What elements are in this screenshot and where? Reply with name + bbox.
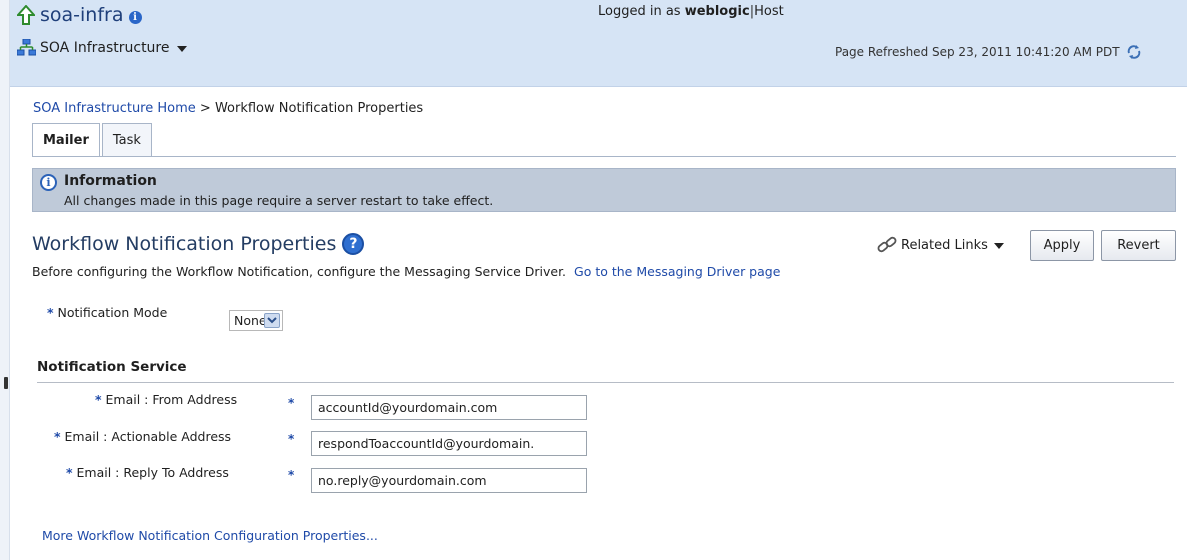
information-icon: i xyxy=(40,174,57,191)
tab-bar: Mailer Task xyxy=(32,123,154,156)
refresh-icon[interactable] xyxy=(1126,44,1142,60)
page-refreshed: Page Refreshed Sep 23, 2011 10:41:20 AM … xyxy=(835,44,1142,60)
notification-mode-label: * Notification Mode xyxy=(47,305,167,320)
username: weblogic xyxy=(684,4,750,19)
required-marker: * xyxy=(95,392,102,407)
reply-to-address-marker: * xyxy=(288,468,295,482)
related-links-menu[interactable]: Related Links xyxy=(876,236,1004,254)
target-info-icon[interactable]: i xyxy=(128,10,142,24)
instructions: Before configuring the Workflow Notifica… xyxy=(32,264,780,279)
soa-infrastructure-icon xyxy=(17,39,36,56)
help-icon[interactable]: ? xyxy=(342,233,365,255)
breadcrumb-home-link[interactable]: SOA Infrastructure Home xyxy=(33,101,196,116)
collapse-handle[interactable] xyxy=(4,377,8,389)
target-name: soa-infra xyxy=(40,4,124,26)
login-info: Logged in as weblogic|Host xyxy=(598,4,784,19)
apply-button[interactable]: Apply xyxy=(1030,230,1094,261)
host-label: Host xyxy=(754,4,784,19)
notification-mode-select[interactable]: None xyxy=(229,310,283,331)
required-marker: * xyxy=(66,465,73,480)
section-divider xyxy=(37,382,1174,383)
link-chain-icon xyxy=(877,236,897,253)
chevron-down-icon xyxy=(993,243,1004,249)
from-address-label: * Email : From Address xyxy=(95,392,237,407)
chevron-down-icon xyxy=(176,45,187,52)
soa-infrastructure-label: SOA Infrastructure xyxy=(40,39,170,56)
from-address-label-text: Email : From Address xyxy=(105,392,238,407)
banner-message: All changes made in this page require a … xyxy=(64,193,494,208)
more-properties-link[interactable]: More Workflow Notification Configuration… xyxy=(42,528,378,543)
revert-button[interactable]: Revert xyxy=(1101,230,1176,261)
breadcrumb-current: Workflow Notification Properties xyxy=(214,101,424,116)
notification-mode-value: None xyxy=(234,313,267,328)
from-address-marker: * xyxy=(288,396,295,410)
tab-divider xyxy=(32,156,1176,157)
reply-to-address-input[interactable] xyxy=(311,468,587,493)
required-marker: * xyxy=(54,429,61,444)
actionable-address-marker: * xyxy=(288,432,295,446)
reply-to-address-label-text: Email : Reply To Address xyxy=(76,465,229,480)
soa-infrastructure-menu[interactable]: SOA Infrastructure xyxy=(17,39,187,56)
actionable-address-label: * Email : Actionable Address xyxy=(54,429,231,444)
tab-task[interactable]: Task xyxy=(101,123,152,156)
page-header: soa-infra i SOA Infrastructure Logged in… xyxy=(10,0,1187,87)
logged-in-prefix: Logged in as xyxy=(598,4,681,19)
actionable-address-label-text: Email : Actionable Address xyxy=(64,429,232,444)
dropdown-arrow-icon[interactable] xyxy=(264,313,280,328)
related-links-label: Related Links xyxy=(901,237,988,253)
actionable-address-input[interactable] xyxy=(311,431,587,456)
breadcrumb-separator: > xyxy=(199,101,211,116)
breadcrumb: SOA Infrastructure Home > Workflow Notif… xyxy=(33,101,423,116)
page-title-text: Workflow Notification Properties xyxy=(32,233,337,255)
notification-service-heading: Notification Service xyxy=(37,359,187,375)
messaging-driver-link[interactable]: Go to the Messaging Driver page xyxy=(574,264,780,279)
target-title-row: soa-infra i xyxy=(17,4,142,26)
from-address-input[interactable] xyxy=(311,395,587,420)
banner-title: Information xyxy=(64,173,157,189)
notification-mode-text: Notification Mode xyxy=(57,305,168,320)
page-refreshed-text: Page Refreshed Sep 23, 2011 10:41:20 AM … xyxy=(835,45,1120,59)
page-title: Workflow Notification Properties ? xyxy=(32,233,365,255)
required-marker: * xyxy=(47,305,54,320)
tab-mailer[interactable]: Mailer xyxy=(32,123,100,156)
up-arrow-icon[interactable] xyxy=(17,5,35,25)
instructions-text: Before configuring the Workflow Notifica… xyxy=(32,264,567,279)
left-edge-bar[interactable] xyxy=(0,0,10,560)
information-banner: i Information All changes made in this p… xyxy=(32,168,1176,212)
reply-to-address-label: * Email : Reply To Address xyxy=(66,465,229,480)
